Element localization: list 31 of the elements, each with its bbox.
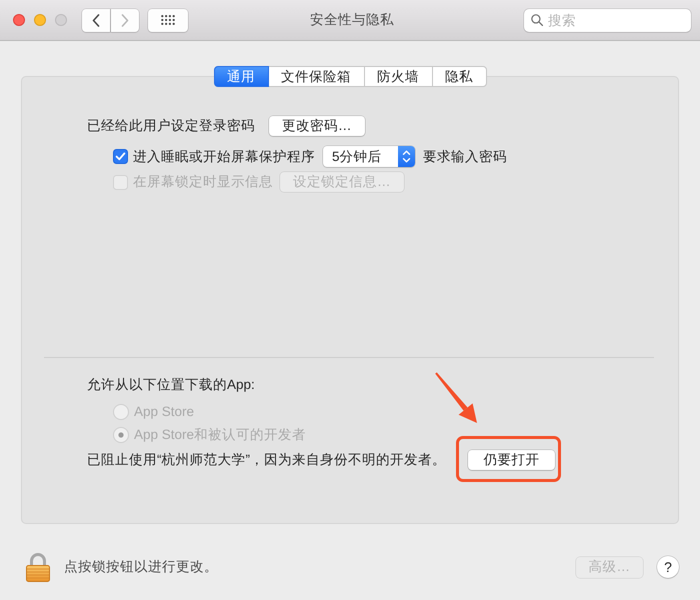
padlock-icon[interactable] (26, 552, 50, 582)
grid-icon (161, 15, 175, 25)
tab[interactable]: 通用 (214, 66, 268, 87)
checkbox[interactable] (113, 149, 128, 164)
show-all-button[interactable] (148, 8, 188, 32)
blocked-app-message: 已阻止使用“杭州师范大学”，因为来自身份不明的开发者。 (87, 451, 446, 469)
up-down-arrows-icon (398, 146, 415, 167)
chevron-right-icon (121, 14, 129, 26)
radio-label: App Store和被认可的开发者 (134, 426, 306, 444)
password-status-text: 已经给此用户设定登录密码 (87, 117, 255, 135)
radio-label: App Store (134, 404, 194, 419)
search-icon (531, 14, 543, 26)
minimize-button[interactable] (34, 14, 46, 26)
zoom-button[interactable] (55, 14, 67, 26)
back-button[interactable] (82, 8, 110, 32)
chevron-left-icon (92, 14, 100, 26)
require-password-label: 要求输入密码 (423, 148, 507, 166)
tab[interactable]: 防火墙 (364, 66, 432, 87)
sleep-option-label: 进入睡眠或开始屏幕保护程序 (133, 148, 315, 166)
tab[interactable]: 隐私 (432, 66, 486, 87)
open-anyway-button[interactable]: 仍要打开 (468, 450, 555, 470)
downloads-heading: 允许从以下位置下载的App: (87, 376, 255, 394)
change-password-button[interactable]: 更改密码… (269, 116, 364, 136)
window-title: 安全性与隐私 (310, 11, 394, 29)
close-button[interactable] (13, 14, 25, 26)
help-button[interactable]: ? (657, 556, 679, 578)
lock-message-label: 在屏幕锁定时显示信息 (133, 173, 273, 191)
search-field[interactable]: 搜索 (524, 8, 691, 32)
delay-dropdown[interactable]: 5分钟后 (323, 146, 415, 167)
tab[interactable]: 文件保险箱 (268, 66, 364, 87)
lock-hint-text: 点按锁按钮以进行更改。 (64, 558, 218, 576)
